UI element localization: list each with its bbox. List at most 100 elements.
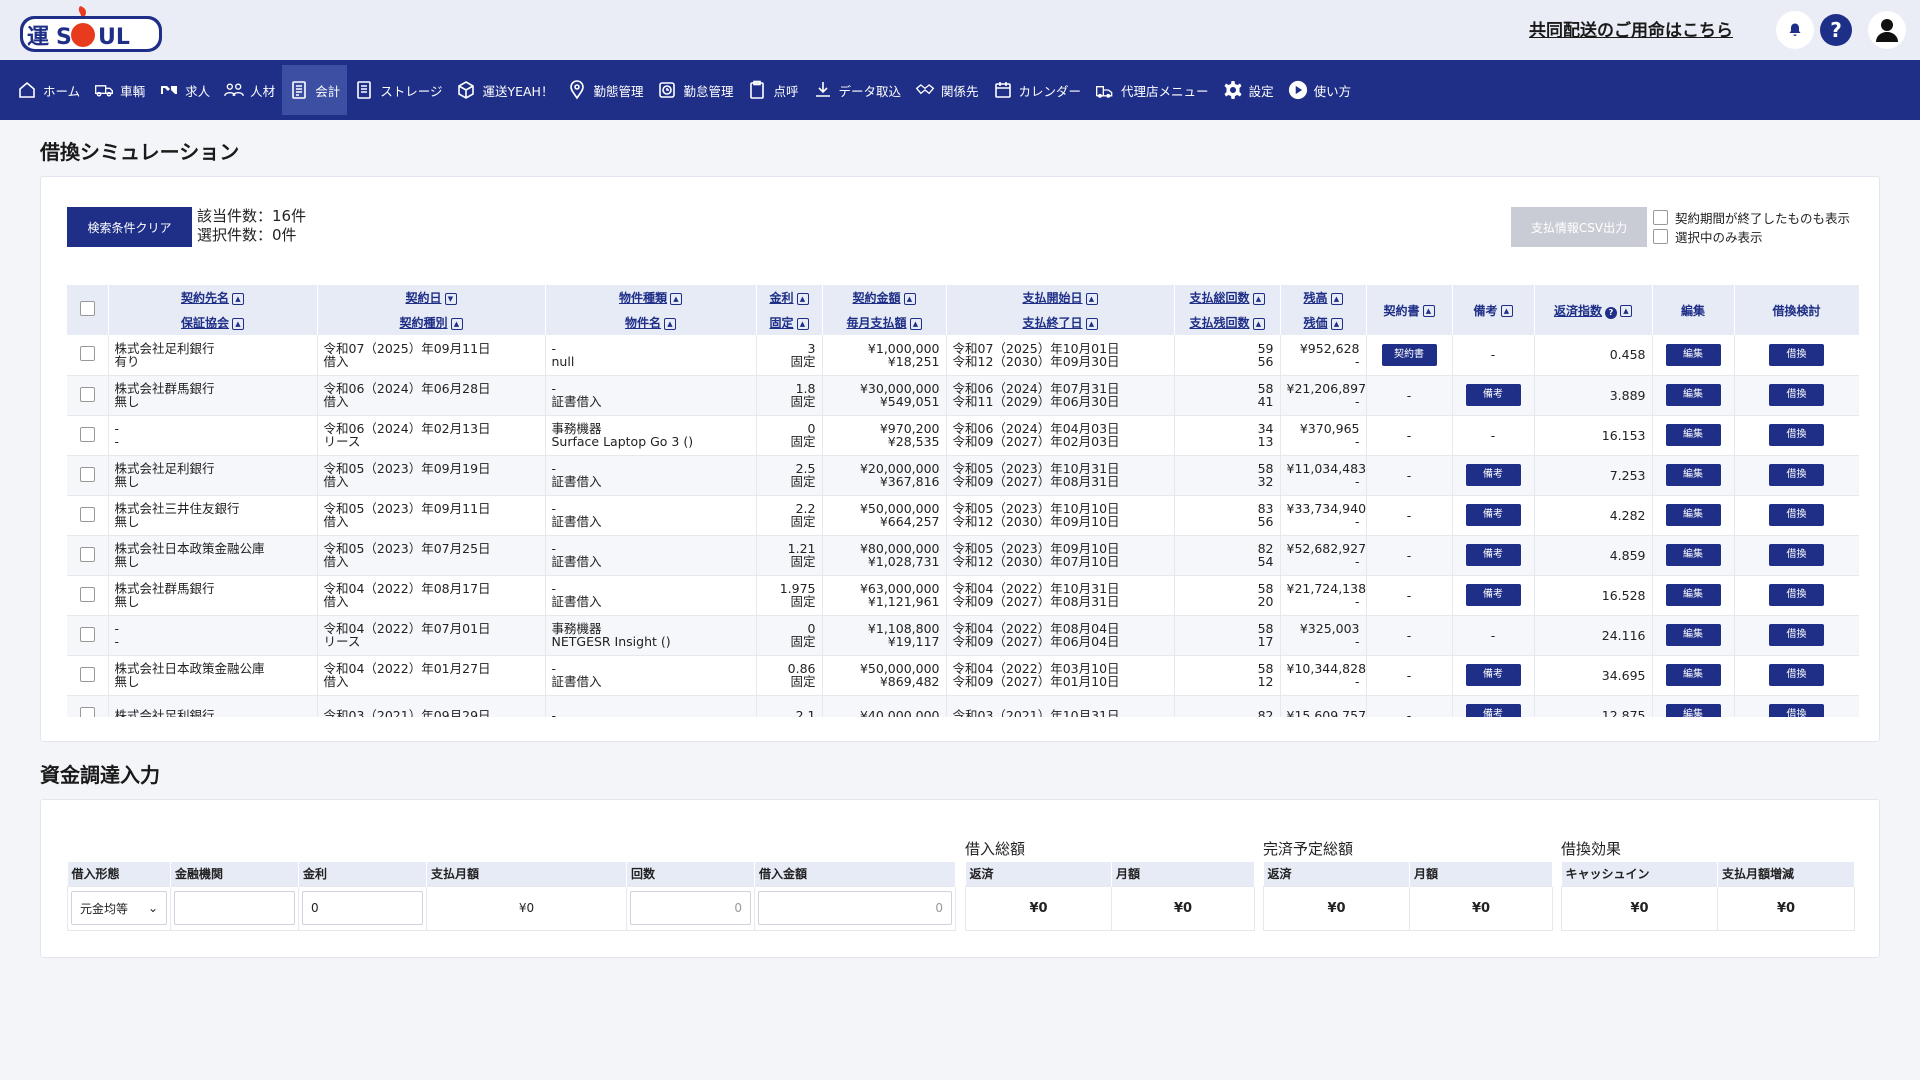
show-selected-checkbox[interactable] bbox=[1653, 229, 1668, 244]
edit-button[interactable]: 編集 bbox=[1665, 544, 1721, 566]
row-select-cell[interactable] bbox=[67, 535, 109, 576]
note-button[interactable]: 備考 bbox=[1465, 544, 1521, 566]
refinance-button[interactable]: 借換 bbox=[1769, 424, 1824, 446]
rate-input[interactable]: 0 bbox=[302, 891, 423, 925]
col-rate[interactable]: 金利 ▲ bbox=[756, 285, 823, 310]
loan-form-select[interactable]: 元金均等 ⌄ bbox=[71, 891, 167, 925]
help-button[interactable]: ? bbox=[1817, 11, 1855, 49]
col-contract-type[interactable]: 契約種別 ▲ bbox=[317, 310, 546, 335]
edit-button[interactable]: 編集 bbox=[1665, 624, 1721, 646]
refinance-button[interactable]: 借換 bbox=[1769, 544, 1824, 566]
col-pay-end[interactable]: 支払終了日 ▲ bbox=[946, 310, 1175, 335]
refinance-button[interactable]: 借換 bbox=[1769, 343, 1824, 366]
edit-button[interactable]: 編集 bbox=[1665, 343, 1721, 366]
select-all-checkbox[interactable] bbox=[79, 301, 95, 316]
col-remaining-count[interactable]: 支払残回数 ▲ bbox=[1174, 310, 1281, 335]
edit-button[interactable]: 編集 bbox=[1665, 504, 1721, 526]
count-input[interactable]: 0 bbox=[630, 891, 751, 925]
select-all-cell[interactable] bbox=[67, 285, 109, 335]
nav-roll-call[interactable]: 点呼 bbox=[740, 65, 805, 115]
col-index[interactable]: 返済指数? ▲ bbox=[1534, 285, 1653, 335]
col-contract-doc[interactable]: 契約書 ▲ bbox=[1366, 285, 1453, 335]
show-selected-option[interactable]: 選択中のみ表示 bbox=[1653, 227, 1763, 246]
notification-button[interactable] bbox=[1776, 11, 1814, 49]
nav-people[interactable]: 人材 bbox=[217, 65, 282, 115]
col-total-count[interactable]: 支払総回数 ▲ bbox=[1174, 285, 1281, 310]
row-select-cell[interactable] bbox=[67, 655, 109, 696]
edit-button[interactable]: 編集 bbox=[1665, 664, 1721, 686]
col-pay-start[interactable]: 支払開始日 ▲ bbox=[946, 285, 1175, 310]
contract-doc-button[interactable]: 契約書 bbox=[1381, 343, 1437, 366]
nav-storage[interactable]: ストレージ bbox=[347, 65, 449, 115]
refinance-button[interactable]: 借換 bbox=[1769, 504, 1824, 526]
edit-button[interactable]: 編集 bbox=[1665, 464, 1721, 486]
nav-calendar[interactable]: カレンダー bbox=[986, 65, 1089, 115]
note-button[interactable]: 備考 bbox=[1465, 584, 1521, 606]
nav-settings[interactable]: 設定 bbox=[1216, 65, 1281, 115]
refinance-button[interactable]: 借換 bbox=[1769, 664, 1824, 686]
row-checkbox[interactable] bbox=[79, 386, 95, 402]
nav-data-import[interactable]: データ取込 bbox=[806, 65, 909, 115]
edit-button[interactable]: 編集 bbox=[1665, 384, 1721, 406]
col-residual[interactable]: 残価 ▲ bbox=[1280, 310, 1367, 335]
nav-attendance[interactable]: 勤怠管理 bbox=[650, 65, 740, 115]
row-checkbox[interactable] bbox=[79, 466, 95, 482]
nav-how-to[interactable]: 使い方 bbox=[1281, 65, 1359, 115]
edit-button[interactable]: 編集 bbox=[1665, 584, 1721, 606]
row-select-cell[interactable] bbox=[67, 335, 109, 376]
col-guarantee[interactable]: 保証協会 ▲ bbox=[108, 310, 318, 335]
note-button[interactable]: 備考 bbox=[1465, 504, 1521, 526]
user-menu-button[interactable] bbox=[1868, 11, 1906, 49]
nav-work-status[interactable]: 勤態管理 bbox=[560, 65, 650, 115]
col-balance[interactable]: 残高 ▲ bbox=[1280, 285, 1367, 310]
edit-button[interactable]: 編集 bbox=[1665, 704, 1721, 717]
amount-input[interactable]: 0 bbox=[758, 891, 952, 925]
shared-delivery-link[interactable]: 共同配送のご用命はこちら bbox=[1529, 16, 1733, 41]
show-expired-option[interactable]: 契約期間が終了したものも表示 bbox=[1653, 208, 1850, 227]
refinance-button[interactable]: 借換 bbox=[1769, 704, 1824, 717]
show-expired-checkbox[interactable] bbox=[1653, 210, 1668, 225]
row-select-cell[interactable] bbox=[67, 495, 109, 536]
row-select-cell[interactable] bbox=[67, 375, 109, 416]
col-note[interactable]: 備考 ▲ bbox=[1452, 285, 1535, 335]
nav-accounting[interactable]: 会計 bbox=[282, 65, 348, 115]
note-button[interactable]: 備考 bbox=[1465, 384, 1521, 406]
col-property-name[interactable]: 物件名 ▲ bbox=[545, 310, 757, 335]
row-checkbox[interactable] bbox=[79, 626, 95, 642]
row-checkbox[interactable] bbox=[79, 426, 95, 442]
col-contract-date[interactable]: 契約日 ▼ bbox=[317, 285, 546, 310]
bank-input[interactable] bbox=[174, 891, 295, 925]
row-select-cell[interactable] bbox=[67, 455, 109, 496]
nav-unsou-yeah[interactable]: 運送YEAH！ bbox=[449, 65, 560, 115]
row-select-cell[interactable] bbox=[67, 615, 109, 656]
row-checkbox[interactable] bbox=[79, 546, 95, 562]
col-property-type[interactable]: 物件種類 ▲ bbox=[545, 285, 757, 310]
nav-home[interactable]: ホーム bbox=[10, 65, 87, 115]
refinance-button[interactable]: 借換 bbox=[1769, 584, 1824, 606]
row-checkbox[interactable] bbox=[79, 706, 95, 717]
col-partner[interactable]: 契約先名 ▲ bbox=[108, 285, 318, 310]
row-select-cell[interactable] bbox=[67, 695, 109, 717]
col-rate-type[interactable]: 固定 ▲ bbox=[756, 310, 823, 335]
refinance-button[interactable]: 借換 bbox=[1769, 624, 1824, 646]
edit-button[interactable]: 編集 bbox=[1665, 424, 1721, 446]
row-select-cell[interactable] bbox=[67, 415, 109, 456]
row-checkbox[interactable] bbox=[79, 586, 95, 602]
col-monthly[interactable]: 毎月支払額 ▲ bbox=[822, 310, 947, 335]
nav-jobs[interactable]: 求人 bbox=[152, 65, 217, 115]
nav-partners[interactable]: 関係先 bbox=[908, 65, 986, 115]
refinance-button[interactable]: 借換 bbox=[1769, 384, 1824, 406]
csv-export-button[interactable]: 支払情報CSV出力 bbox=[1511, 207, 1647, 247]
nav-vehicles[interactable]: 車輌 bbox=[87, 65, 152, 115]
note-button[interactable]: 備考 bbox=[1465, 664, 1521, 686]
row-checkbox[interactable] bbox=[79, 346, 95, 362]
refinance-button[interactable]: 借換 bbox=[1769, 464, 1824, 486]
nav-agency-menu[interactable]: 代理店メニュー bbox=[1088, 65, 1216, 115]
col-amount[interactable]: 契約金額 ▲ bbox=[822, 285, 947, 310]
clear-search-button[interactable]: 検索条件クリア bbox=[67, 207, 192, 247]
row-select-cell[interactable] bbox=[67, 575, 109, 616]
company-logo[interactable]: 運 S UL bbox=[18, 2, 163, 56]
note-button[interactable]: 備考 bbox=[1465, 464, 1521, 486]
row-checkbox[interactable] bbox=[79, 666, 95, 682]
row-checkbox[interactable] bbox=[79, 506, 95, 522]
